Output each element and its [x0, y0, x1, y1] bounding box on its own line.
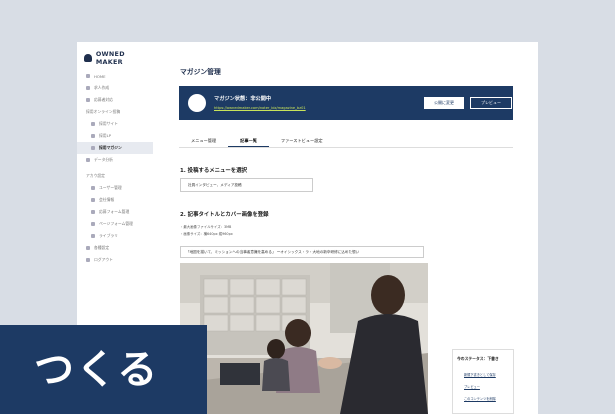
article-title-input[interactable]: 「地図を描いて、ミッションへの当事者意識を高める」 ーオイシックス・ラ・大地の新…: [180, 246, 424, 258]
magazine-url-link[interactable]: https://ownedmaker.com/noter_biz/magazin…: [214, 106, 306, 110]
sidebar-item-account[interactable]: アカウ設定: [77, 170, 153, 182]
logout-icon: [86, 258, 90, 262]
menu-select[interactable]: 社員インタビュー、メディア投稿: [180, 178, 313, 192]
sidebar-item-job[interactable]: 求人作成: [77, 82, 153, 94]
sidebar-item-applicants[interactable]: 応募者対応: [77, 94, 153, 106]
page-icon: [91, 134, 95, 138]
preview-button[interactable]: プレビュー: [470, 97, 512, 109]
sidebar-item-users[interactable]: ユーザー管理: [77, 182, 153, 194]
logo-text: OWNED MAKER: [95, 50, 125, 66]
tab-first-view[interactable]: ファーストビュー設定: [269, 135, 335, 147]
page-title: マガジン管理: [180, 68, 221, 76]
save-draft-link[interactable]: 新規下書きとして保存: [464, 372, 496, 377]
form-icon: [91, 222, 95, 226]
users-icon: [91, 186, 95, 190]
delete-content-link[interactable]: このコンテンツを削除: [464, 396, 496, 401]
home-icon: [86, 74, 90, 78]
sidebar-item-online-posting[interactable]: 採用オンライン投稿: [77, 106, 153, 118]
tab-articles[interactable]: 記事一覧: [228, 135, 269, 147]
status-panel-title: 今のステータス：下書き: [457, 356, 499, 361]
user-icon: [86, 98, 90, 102]
library-icon: [91, 234, 95, 238]
sidebar-item-site[interactable]: 採用サイト: [77, 118, 153, 130]
cover-image: [180, 263, 428, 414]
tab-menu[interactable]: メニュー管理: [179, 135, 228, 147]
section-title-cover: 2. 記事タイトルとカバー画像を登録: [180, 212, 269, 218]
sidebar-nav: HOME 求人作成 応募者対応 採用オンライン投稿 採用サイト 採用LP 採用マ…: [77, 70, 153, 266]
chart-icon: [86, 158, 90, 162]
section-menu-title: 1. 投稿するメニューを選択: [180, 168, 247, 174]
sidebar-item-form[interactable]: 応募フォーム管理: [77, 206, 153, 218]
sidebar-item-magazine[interactable]: 採用マガジン: [77, 142, 153, 154]
hero-banner: つくる: [0, 325, 207, 414]
hint-image-size: ・画像サイズ：横640px 縦960px: [180, 232, 233, 236]
avatar: [188, 94, 206, 112]
sidebar-item-page-form[interactable]: ページフォーム管理: [77, 218, 153, 230]
logo-icon: [84, 54, 92, 62]
sidebar-item-analytics[interactable]: データ分析: [77, 154, 153, 166]
gear-icon: [86, 246, 90, 250]
status-label: マガジン状態：非公開中: [214, 96, 272, 102]
document-icon: [86, 86, 90, 90]
status-bar: マガジン状態：非公開中 https://ownedmaker.com/noter…: [179, 86, 513, 120]
sidebar-item-company[interactable]: 会社情報: [77, 194, 153, 206]
tab-bar: メニュー管理 記事一覧 ファーストビュー設定: [179, 135, 513, 148]
form-icon: [91, 210, 95, 214]
publish-button[interactable]: 公開に変更: [424, 97, 464, 109]
sidebar-item-library[interactable]: ライブラリ: [77, 230, 153, 242]
status-panel: 今のステータス：下書き 新規下書きとして保存 プレビュー このコンテンツを削除: [452, 349, 514, 414]
sidebar-item-settings[interactable]: 各種設定: [77, 242, 153, 254]
building-icon: [91, 198, 95, 202]
preview-link[interactable]: プレビュー: [464, 384, 480, 389]
banner-text: つくる: [34, 347, 160, 393]
hint-file-size: ・最大画像ファイルサイズ：3MB: [180, 225, 232, 229]
app-logo: OWNED MAKER: [84, 50, 153, 66]
magazine-icon: [91, 146, 95, 150]
sidebar-item-lp[interactable]: 採用LP: [77, 130, 153, 142]
site-icon: [91, 122, 95, 126]
main-content: マガジン管理 マガジン状態：非公開中 https://ownedmaker.co…: [167, 42, 538, 414]
sidebar-item-home[interactable]: HOME: [77, 70, 153, 82]
sidebar-item-logout[interactable]: ログアウト: [77, 254, 153, 266]
